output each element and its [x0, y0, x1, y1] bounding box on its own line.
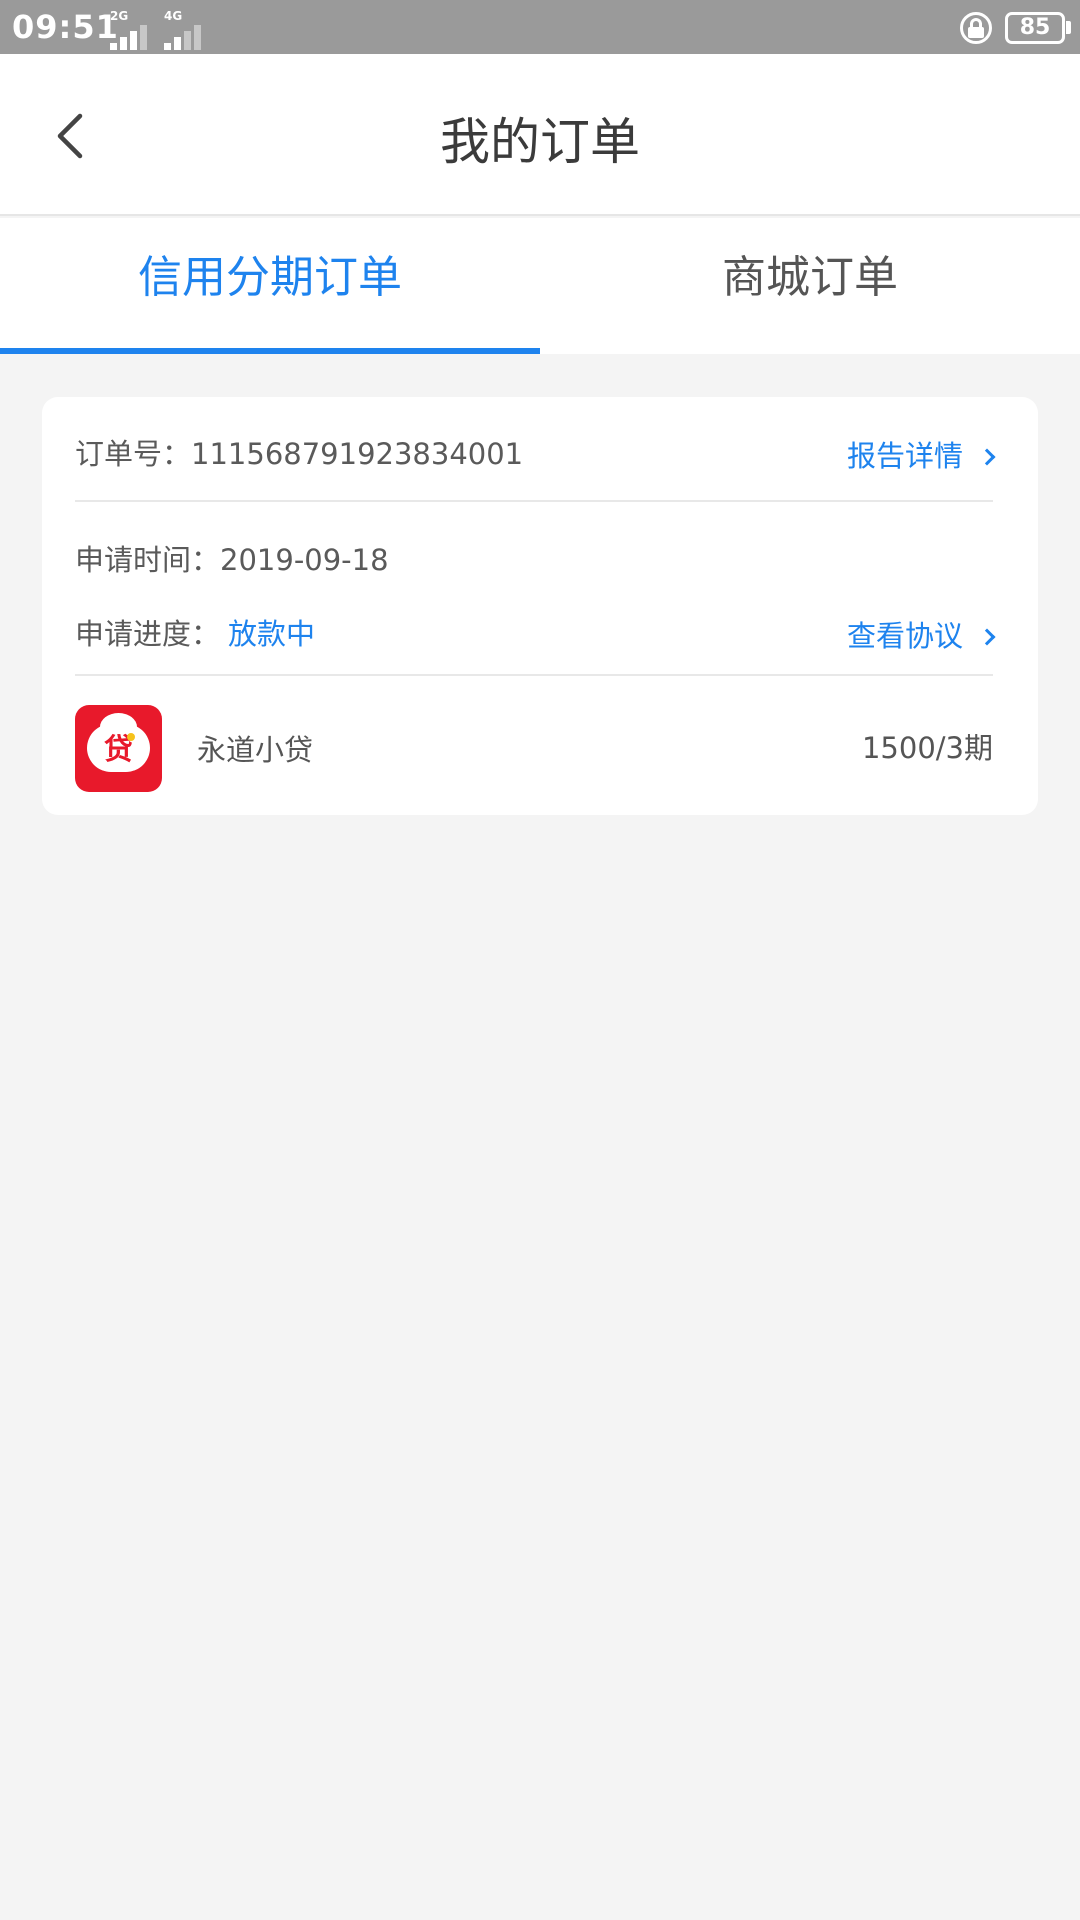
lender-name: 永道小贷 — [197, 733, 314, 767]
chevron-right-icon — [978, 628, 996, 646]
order-card[interactable]: 订单号：111568791923834001 报告详情 申请时间：2019-09… — [42, 397, 1038, 815]
apply-progress-row: 申请进度： 放款中 — [75, 611, 315, 653]
report-details-link[interactable]: 报告详情 — [846, 433, 996, 475]
apply-progress-label: 申请进度： — [75, 617, 221, 651]
active-tab-indicator — [0, 348, 540, 354]
order-number-value: 111568791923834001 — [191, 437, 524, 471]
apply-time-row: 申请时间：2019-09-18 — [75, 537, 389, 579]
divider — [75, 674, 993, 676]
navigation-bar: 我的订单 — [0, 54, 1080, 216]
apply-time-value: 2019-09-18 — [220, 543, 389, 577]
progress-status: 放款中 — [228, 617, 316, 651]
status-bar: 09:51 2G 4G 85 — [0, 0, 1080, 54]
status-time: 09:51 — [12, 8, 119, 46]
view-agreement-link[interactable]: 查看协议 — [846, 613, 996, 655]
page-title: 我的订单 — [440, 113, 640, 171]
view-agreement-label: 查看协议 — [846, 619, 963, 653]
chevron-right-icon — [978, 448, 996, 466]
order-number-row: 订单号：111568791923834001 — [75, 431, 523, 473]
tab-credit-installment-orders[interactable]: 信用分期订单 — [0, 218, 540, 354]
report-details-label: 报告详情 — [846, 439, 963, 473]
loan-terms: 1500/3期 — [861, 731, 993, 765]
order-number-label: 订单号： — [75, 437, 192, 471]
sim2-network-label: 4G — [164, 9, 183, 23]
order-tabs: 信用分期订单 商城订单 — [0, 218, 1080, 354]
lock-rotation-icon — [960, 12, 992, 44]
sim1-network-label: 2G — [110, 9, 129, 23]
battery-tip — [1066, 21, 1071, 34]
apply-time-label: 申请时间： — [75, 543, 221, 577]
lender-logo-glyph: 贷 — [103, 732, 133, 766]
battery-icon: 85 — [1005, 12, 1065, 44]
tab-mall-orders[interactable]: 商城订单 — [540, 218, 1080, 354]
lender-logo: 贷 — [75, 705, 162, 792]
divider — [75, 500, 993, 502]
